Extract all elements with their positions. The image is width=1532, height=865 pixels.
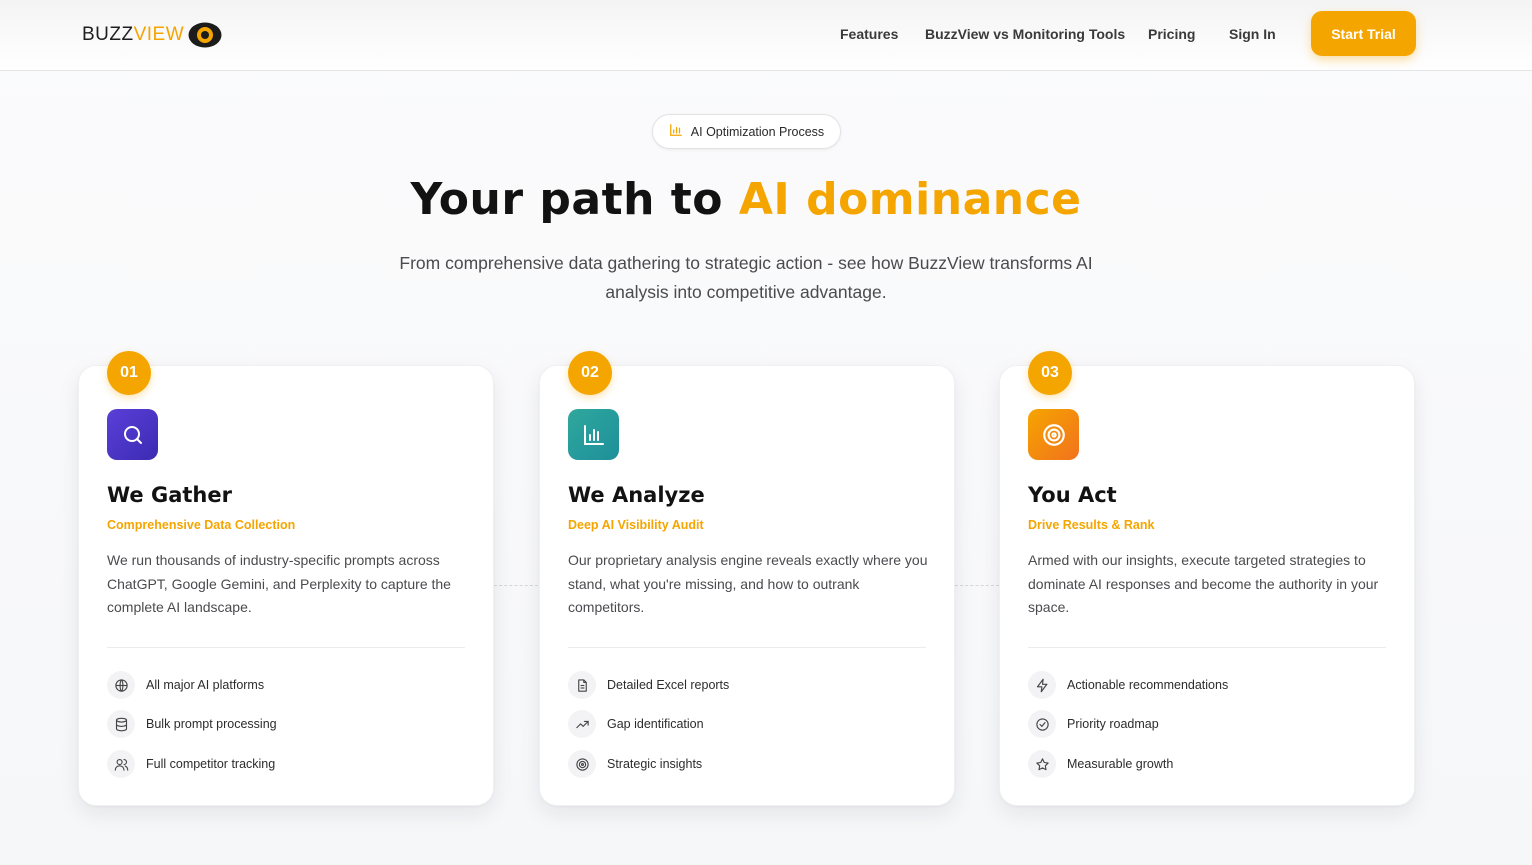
feature-item: Priority roadmap bbox=[1028, 710, 1159, 738]
step-number-badge: 02 bbox=[568, 351, 612, 395]
step-number-badge: 03 bbox=[1028, 351, 1072, 395]
card-title: We Analyze bbox=[568, 483, 705, 507]
feature-item: All major AI platforms bbox=[107, 671, 264, 699]
feature-label: Gap identification bbox=[607, 717, 704, 731]
feature-item: Gap identification bbox=[568, 710, 704, 738]
globe-icon bbox=[107, 671, 135, 699]
logo-text-view: VIEW bbox=[133, 23, 185, 45]
step-connector bbox=[494, 585, 538, 586]
card-divider bbox=[1028, 647, 1386, 648]
star-icon bbox=[1028, 750, 1056, 778]
card-description: Armed with our insights, execute targete… bbox=[1028, 552, 1379, 615]
feature-item: Actionable recommendations bbox=[1028, 671, 1228, 699]
page-title: Your path to AI dominance bbox=[0, 174, 1492, 225]
step-connector bbox=[955, 585, 999, 586]
nav-features[interactable]: Features bbox=[840, 26, 898, 42]
section-tag: AI Optimization Process bbox=[652, 114, 841, 149]
title-dark-part: Your path to bbox=[410, 174, 724, 225]
card-divider bbox=[568, 647, 926, 648]
start-trial-button[interactable]: Start Trial bbox=[1311, 11, 1416, 56]
database-icon bbox=[107, 710, 135, 738]
step-card-gather: 01 We Gather Comprehensive Data Collecti… bbox=[78, 351, 494, 806]
card-title: You Act bbox=[1028, 483, 1117, 507]
feature-label: Detailed Excel reports bbox=[607, 678, 730, 692]
feature-label: Measurable growth bbox=[1067, 757, 1174, 771]
card-subtitle: Drive Results & Rank bbox=[1028, 518, 1155, 532]
feature-item: Measurable growth bbox=[1028, 750, 1173, 778]
feature-label: Strategic insights bbox=[607, 757, 703, 771]
feature-label: Priority roadmap bbox=[1067, 717, 1159, 731]
feature-item: Detailed Excel reports bbox=[568, 671, 729, 699]
nav-sign-in[interactable]: Sign In bbox=[1229, 26, 1276, 42]
file-text-icon bbox=[568, 671, 596, 699]
top-nav-bar: BUZZVIEW Features BuzzView vs Monitoring… bbox=[0, 0, 1532, 71]
zap-icon bbox=[1028, 671, 1056, 699]
step-card-analyze: 02 We Analyze Deep AI Visibility Audit O… bbox=[539, 351, 955, 806]
target-icon bbox=[568, 750, 596, 778]
card-description: We run thousands of industry-specific pr… bbox=[107, 552, 451, 615]
feature-label: Actionable recommendations bbox=[1067, 678, 1229, 692]
logo-text-buzz: BUZZ bbox=[82, 23, 134, 45]
feature-item: Full competitor tracking bbox=[107, 750, 275, 778]
check-circle-icon bbox=[1028, 710, 1056, 738]
trending-up-icon bbox=[568, 710, 596, 738]
card-subtitle: Comprehensive Data Collection bbox=[107, 518, 296, 532]
feature-label: Full competitor tracking bbox=[146, 757, 276, 771]
bar-chart-icon bbox=[568, 409, 619, 460]
step-number-badge: 01 bbox=[107, 351, 151, 395]
title-accent-part: AI dominance bbox=[738, 174, 1082, 225]
eye-icon bbox=[187, 21, 223, 49]
step-card-act: 03 You Act Drive Results & Rank Armed wi… bbox=[999, 351, 1415, 806]
nav-comparison[interactable]: BuzzView vs Monitoring Tools bbox=[925, 26, 1125, 42]
nav-pricing[interactable]: Pricing bbox=[1148, 26, 1195, 42]
feature-item: Bulk prompt processing bbox=[107, 710, 277, 738]
card-divider bbox=[107, 647, 465, 648]
section-tag-label: AI Optimization Process bbox=[690, 124, 825, 139]
buzzview-logo[interactable]: BUZZVIEW bbox=[82, 20, 223, 49]
card-description: Our proprietary analysis engine reveals … bbox=[568, 552, 928, 615]
users-icon bbox=[107, 750, 135, 778]
target-icon bbox=[1028, 409, 1079, 460]
feature-label: All major AI platforms bbox=[146, 678, 265, 692]
feature-label: Bulk prompt processing bbox=[146, 717, 277, 731]
search-icon bbox=[107, 409, 158, 460]
feature-item: Strategic insights bbox=[568, 750, 702, 778]
bar-chart-icon bbox=[669, 123, 683, 140]
card-title: We Gather bbox=[107, 483, 232, 507]
page-subtitle: From comprehensive data gathering to str… bbox=[399, 253, 1093, 302]
card-subtitle: Deep AI Visibility Audit bbox=[568, 518, 704, 532]
